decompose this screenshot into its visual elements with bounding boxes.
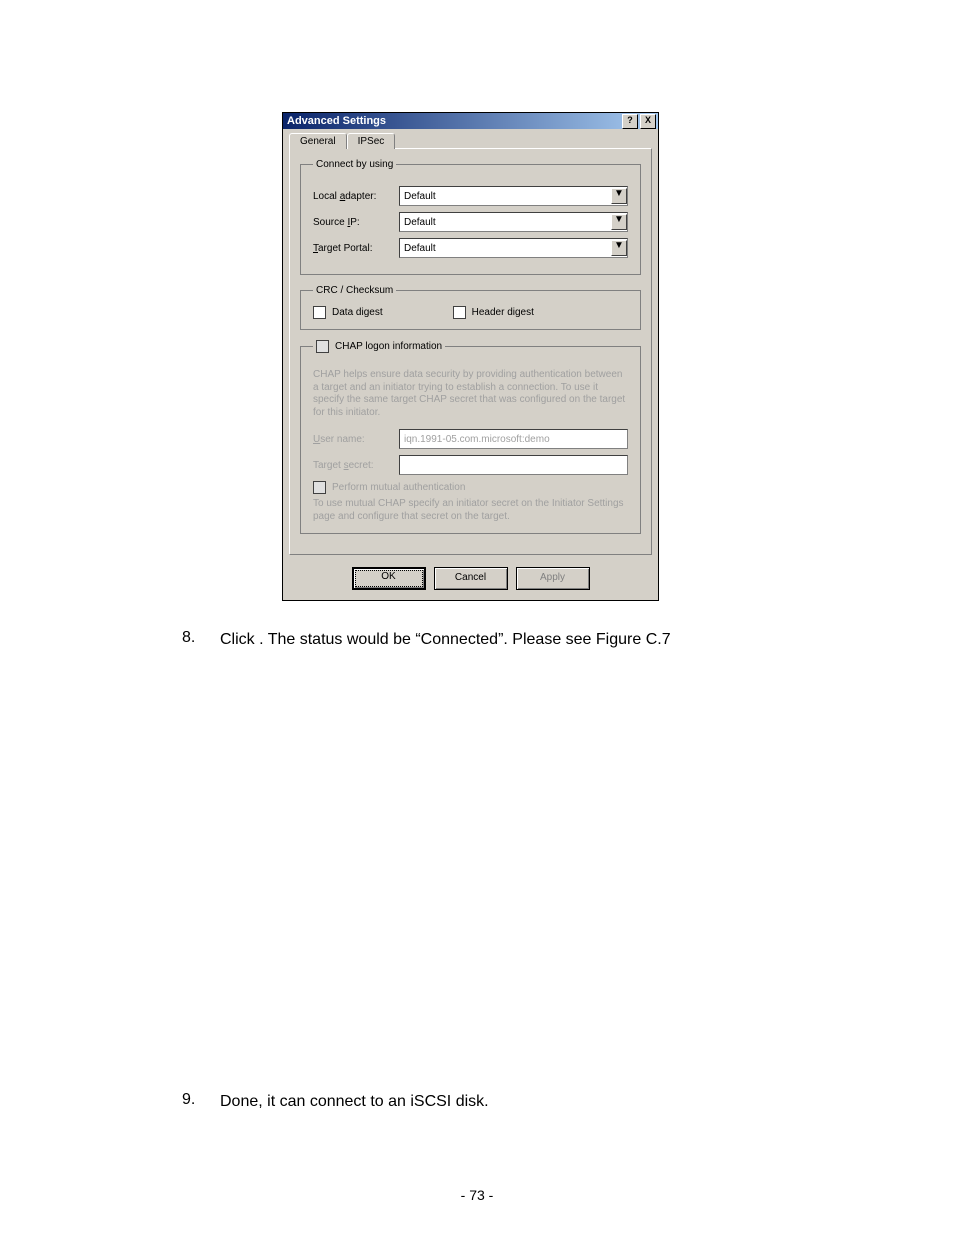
page-footer: - 73 - [0, 1187, 954, 1205]
connect-legend: Connect by using [313, 159, 396, 170]
local-adapter-label: Local adapter: [313, 191, 393, 202]
connect-by-using-group: Connect by using Local adapter: Default … [300, 159, 641, 275]
user-name-label: User name: [313, 434, 393, 445]
chap-legend: CHAP logon information [313, 340, 445, 353]
checkbox-icon [313, 306, 326, 319]
chap-logon-group: CHAP logon information CHAP helps ensure… [300, 340, 641, 534]
checkbox-icon [453, 306, 466, 319]
tab-ipsec[interactable]: IPSec [347, 133, 396, 149]
chap-logon-checkbox[interactable]: CHAP logon information [316, 340, 442, 353]
local-adapter-value: Default [400, 191, 611, 202]
crc-legend: CRC / Checksum [313, 285, 396, 296]
tab-general[interactable]: General [289, 133, 347, 149]
chevron-down-icon: ▼ [611, 214, 627, 230]
crc-checksum-group: CRC / Checksum Data digest Header digest [300, 285, 641, 330]
target-portal-value: Default [400, 243, 611, 254]
advanced-settings-dialog: Advanced Settings ? X General IPSec Conn… [282, 112, 659, 601]
local-adapter-select[interactable]: Default ▼ [399, 186, 628, 206]
checkbox-icon [316, 340, 329, 353]
target-secret-field [399, 455, 628, 475]
target-secret-label: Target secret: [313, 460, 393, 471]
source-ip-label: Source IP: [313, 217, 393, 228]
dialog-titlebar: Advanced Settings ? X [283, 113, 658, 129]
tab-general-body: Connect by using Local adapter: Default … [289, 148, 652, 555]
header-digest-checkbox[interactable]: Header digest [453, 306, 534, 319]
source-ip-value: Default [400, 217, 611, 228]
doc-body: 8. Click . The status would be “Connecte… [182, 629, 854, 1114]
chevron-down-icon: ▼ [611, 188, 627, 204]
checkbox-icon [313, 481, 326, 494]
apply-button: Apply [516, 567, 590, 590]
tab-row: General IPSec [283, 129, 658, 149]
step-9: 9. Done, it can connect to an iSCSI disk… [182, 1091, 854, 1113]
dialog-title: Advanced Settings [287, 115, 386, 127]
user-name-field: iqn.1991-05.com.microsoft:demo [399, 429, 628, 449]
dialog-button-row: OK Cancel Apply [283, 561, 658, 600]
ok-button[interactable]: OK [352, 567, 426, 590]
chevron-down-icon: ▼ [611, 240, 627, 256]
data-digest-checkbox[interactable]: Data digest [313, 306, 383, 319]
source-ip-select[interactable]: Default ▼ [399, 212, 628, 232]
step-9-number: 9. [182, 1091, 202, 1113]
chap-help-text: CHAP helps ensure data security by provi… [313, 369, 628, 419]
cancel-button[interactable]: Cancel [434, 567, 508, 590]
help-icon[interactable]: ? [622, 114, 638, 129]
page-number: - 73 - [461, 1187, 494, 1203]
mutual-auth-checkbox: Perform mutual authentication [313, 481, 628, 494]
step-9-text: Done, it can connect to an iSCSI disk. [220, 1091, 854, 1113]
mutual-help-text: To use mutual CHAP specify an initiator … [313, 498, 628, 523]
step-8-number: 8. [182, 629, 202, 651]
step-8-text: Click . The status would be “Connected”.… [220, 629, 854, 651]
step-8: 8. Click . The status would be “Connecte… [182, 629, 854, 651]
target-portal-label: Target Portal: [313, 243, 393, 254]
close-icon[interactable]: X [640, 114, 656, 129]
target-portal-select[interactable]: Default ▼ [399, 238, 628, 258]
